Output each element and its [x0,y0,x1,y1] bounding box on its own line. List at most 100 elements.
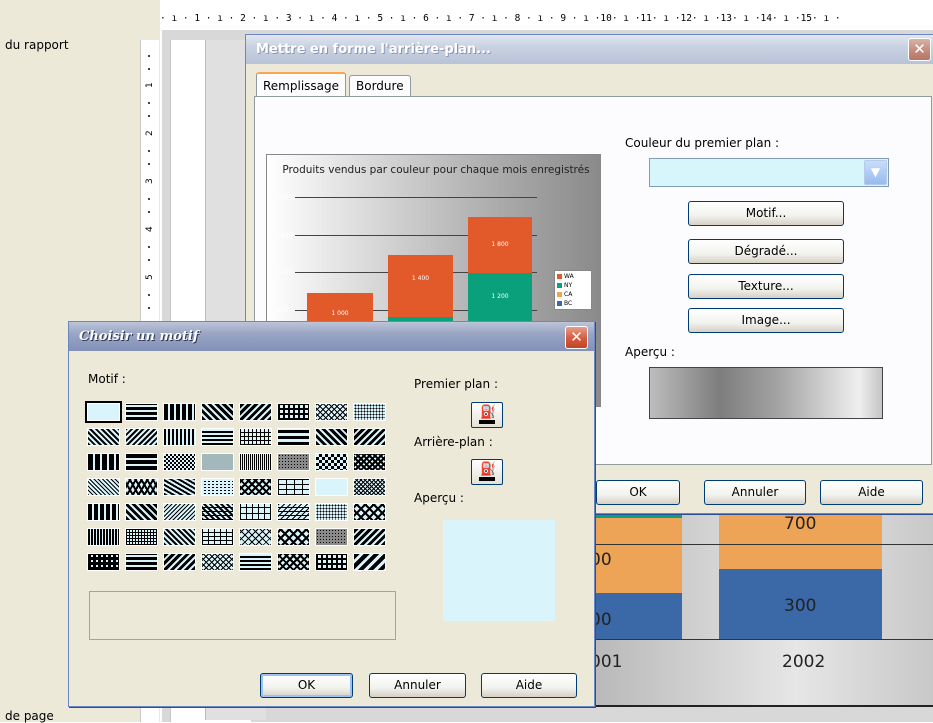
foreground-color-dropdown[interactable]: ▼ [649,158,889,187]
ruler-num: 2 [145,130,155,136]
motif-button[interactable]: Motif... [688,201,844,226]
close-icon[interactable]: ✕ [565,326,588,349]
foreground-color-button[interactable]: ⛽ [471,402,503,428]
pattern-swatch[interactable] [87,503,120,521]
help-button[interactable]: Aide [481,673,577,698]
pattern-swatch[interactable] [87,428,120,446]
background-chart[interactable]: 700 00 300 00 001 2002 [590,500,933,706]
pattern-swatch[interactable] [239,478,272,496]
pattern-swatch[interactable] [277,503,310,521]
pattern-swatch[interactable] [163,428,196,446]
background-color-button[interactable]: ⛽ [471,459,503,485]
motif-label: Motif : [88,372,126,386]
pattern-swatch[interactable] [125,528,158,546]
tab-bordure[interactable]: Bordure [349,75,411,97]
bar-label: 1 800 [491,241,509,248]
pattern-swatch[interactable] [87,453,120,471]
pattern-swatch[interactable] [353,478,386,496]
pattern-swatch[interactable] [277,453,310,471]
cancel-button[interactable]: Annuler [369,673,466,698]
dialog-title: Mettre en forme l'arrière-plan... [256,42,491,57]
pattern-swatch[interactable] [315,528,348,546]
ok-button[interactable]: OK [596,480,680,505]
tab-remplissage[interactable]: Remplissage [256,72,347,99]
pattern-swatch[interactable] [353,453,386,471]
pattern-swatch[interactable] [85,401,122,423]
pattern-swatch[interactable] [125,503,158,521]
pattern-swatch[interactable] [315,453,348,471]
pattern-swatch[interactable] [239,403,272,421]
chevron-down-icon[interactable]: ▼ [864,160,887,185]
close-icon[interactable]: ✕ [908,38,931,61]
pattern-swatch[interactable] [353,403,386,421]
choose-pattern-titlebar[interactable]: Choisir un motif [69,322,594,351]
pattern-swatch[interactable] [125,453,158,471]
pattern-swatch[interactable] [201,478,234,496]
pattern-swatch[interactable] [277,528,310,546]
pattern-swatch[interactable] [353,528,386,546]
pattern-swatch[interactable] [201,503,234,521]
pattern-swatch[interactable] [87,478,120,496]
premier-plan-label: Premier plan : [414,377,498,391]
apercu-label: Aperçu : [625,345,675,359]
format-background-titlebar[interactable]: Mettre en forme l'arrière-plan... [246,35,933,64]
pattern-swatch[interactable] [125,478,158,496]
pattern-swatch[interactable] [201,553,234,571]
arriere-plan-label: Arrière-plan : [414,435,493,449]
pattern-swatch[interactable] [163,503,196,521]
pattern-swatch[interactable] [353,553,386,571]
y-tick: 800 [277,307,289,314]
pattern-swatch[interactable] [277,428,310,446]
pattern-swatch[interactable] [315,403,348,421]
pattern-swatch[interactable] [201,453,234,471]
pattern-swatch[interactable] [125,428,158,446]
pattern-swatch[interactable] [201,428,234,446]
y-tick: 2000 [277,194,293,201]
pattern-swatch[interactable] [163,453,196,471]
pattern-swatch[interactable] [353,503,386,521]
ruler-num: 1 [145,82,155,88]
pattern-swatch[interactable] [277,553,310,571]
texture-button[interactable]: Texture... [688,274,844,299]
pattern-swatch[interactable] [315,428,348,446]
preview-legend: WA NY CA BC [554,270,592,310]
pattern-swatch[interactable] [125,553,158,571]
legend-item: CA [564,291,573,298]
pattern-swatch[interactable] [163,403,196,421]
ok-button[interactable]: OK [260,673,353,698]
pattern-swatch[interactable] [353,428,386,446]
cancel-button[interactable]: Annuler [704,480,806,505]
image-button[interactable]: Image... [688,308,844,333]
pattern-swatch[interactable] [163,528,196,546]
pattern-swatch[interactable] [87,553,120,571]
ruler-num: 4 [145,226,155,232]
help-button[interactable]: Aide [820,480,923,505]
gradient-button[interactable]: Dégradé... [688,239,844,264]
bg-year: 2002 [782,652,826,672]
pattern-swatch[interactable] [277,403,310,421]
pattern-swatch[interactable] [239,453,272,471]
ruler-num: 5 [145,274,155,280]
pattern-swatch[interactable] [125,403,158,421]
motif-apercu-label: Aperçu : [414,491,464,505]
bg-value: 700 [784,514,817,534]
preview-chart-title: Produits vendus par couleur pour chaque … [282,164,590,176]
pattern-swatch[interactable] [239,553,272,571]
pattern-swatch[interactable] [201,403,234,421]
pattern-swatch[interactable] [315,553,348,571]
pattern-swatch[interactable] [163,478,196,496]
ruler-num: 3 [145,178,155,184]
pattern-swatch[interactable] [201,528,234,546]
y-tick: 1600 [277,232,293,239]
pattern-grid[interactable] [85,401,387,577]
paint-bucket-icon: ⛽ [480,405,497,420]
pattern-swatch[interactable] [239,528,272,546]
section-label-page: de page [5,709,54,723]
pattern-swatch[interactable] [239,428,272,446]
pattern-swatch[interactable] [277,478,310,496]
pattern-swatch[interactable] [163,553,196,571]
pattern-swatch[interactable] [315,478,348,496]
pattern-swatch[interactable] [315,503,348,521]
pattern-swatch[interactable] [239,503,272,521]
pattern-swatch[interactable] [87,528,120,546]
